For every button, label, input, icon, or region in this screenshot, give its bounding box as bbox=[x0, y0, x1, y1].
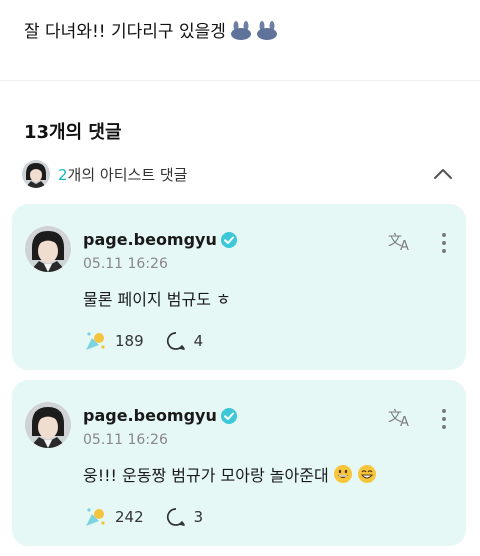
reply-count: 4 bbox=[193, 332, 204, 350]
bunny-emoji-icon bbox=[256, 20, 277, 40]
more-options-icon[interactable] bbox=[436, 408, 452, 430]
post-text-content: 잘 다녀와!! 기다리구 있을겡 bbox=[24, 22, 226, 42]
like-count: 242 bbox=[115, 508, 144, 526]
like-button[interactable]: 189 bbox=[83, 330, 144, 352]
reply-count: 3 bbox=[193, 508, 204, 526]
cheer-icon bbox=[86, 508, 105, 526]
comment-card: page.beomgyu 05.11 16:26 文 A 웅!!! 운동짱 범규… bbox=[12, 380, 466, 546]
avatar[interactable] bbox=[25, 226, 71, 272]
avatar bbox=[22, 160, 50, 188]
artist-comments-count: 2 bbox=[58, 165, 68, 184]
like-count: 189 bbox=[115, 332, 144, 350]
artist-comments-text: 개의 아티스트 댓글 bbox=[67, 165, 188, 184]
grinning-face-icon bbox=[333, 465, 352, 483]
username[interactable]: page.beomgyu bbox=[83, 406, 217, 425]
translate-icon[interactable]: 文 A bbox=[388, 406, 414, 428]
chevron-up-icon[interactable] bbox=[432, 163, 454, 185]
comment-stats: 242 3 bbox=[83, 506, 203, 528]
username-row: page.beomgyu bbox=[83, 230, 238, 249]
svg-text:A: A bbox=[400, 415, 409, 428]
comment-card: page.beomgyu 05.11 16:26 文 A 물론 페이지 범규도 … bbox=[12, 204, 466, 370]
artist-comments-toggle[interactable]: 2개의 아티스트 댓글 bbox=[22, 158, 458, 190]
comment-body: 웅!!! 운동짱 범규가 모아랑 놀아준대 bbox=[83, 462, 377, 486]
like-button[interactable]: 242 bbox=[83, 506, 144, 528]
verified-badge-icon bbox=[220, 407, 237, 424]
comment-text: 웅!!! 운동짱 범규가 모아랑 놀아준대 bbox=[83, 466, 329, 485]
divider bbox=[0, 80, 480, 81]
comment-text: 물론 페이지 범규도 ㅎ bbox=[83, 290, 231, 309]
reply-button[interactable]: 3 bbox=[166, 507, 204, 527]
comment-body: 물론 페이지 범규도 ㅎ bbox=[83, 286, 231, 310]
verified-badge-icon bbox=[220, 231, 237, 248]
comments-heading: 13개의 댓글 bbox=[24, 122, 122, 143]
reply-button[interactable]: 4 bbox=[166, 331, 204, 351]
reply-icon bbox=[166, 332, 185, 350]
username-row: page.beomgyu bbox=[83, 406, 238, 425]
cheer-icon bbox=[86, 332, 105, 350]
timestamp: 05.11 16:26 bbox=[83, 432, 168, 448]
more-options-icon[interactable] bbox=[436, 232, 452, 254]
bunny-emoji-icon bbox=[230, 20, 251, 40]
timestamp: 05.11 16:26 bbox=[83, 256, 168, 272]
translate-icon[interactable]: 文 A bbox=[388, 230, 414, 252]
svg-text:A: A bbox=[400, 239, 409, 252]
reply-icon bbox=[166, 508, 185, 526]
beaming-face-icon bbox=[357, 465, 376, 483]
username[interactable]: page.beomgyu bbox=[83, 230, 217, 249]
post-text: 잘 다녀와!! 기다리구 있을겡 bbox=[24, 17, 278, 42]
comment-stats: 189 4 bbox=[83, 330, 203, 352]
avatar[interactable] bbox=[25, 402, 71, 448]
artist-comments-label: 2개의 아티스트 댓글 bbox=[58, 164, 187, 185]
